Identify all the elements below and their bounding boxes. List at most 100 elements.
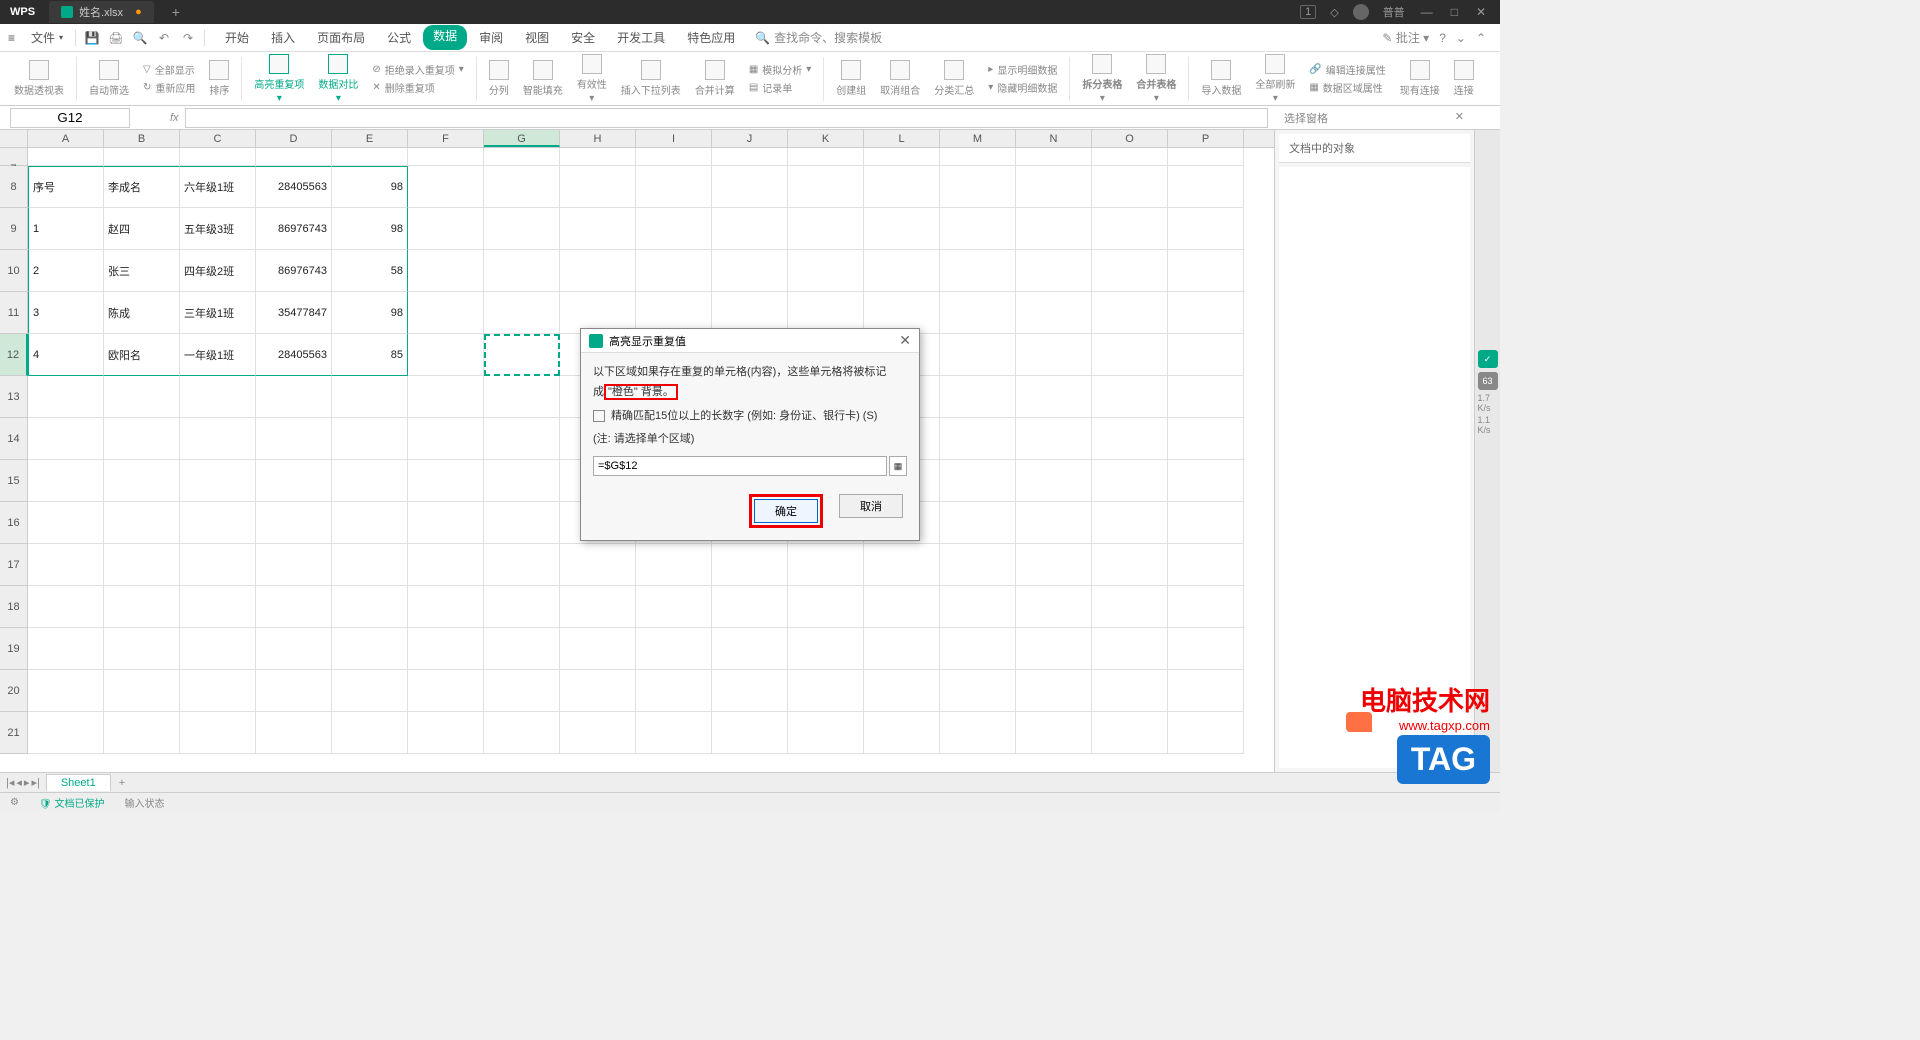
cell[interactable] [560,586,636,628]
show-detail-button[interactable]: ▸ 显示明细数据 [988,62,1057,77]
cell[interactable] [408,376,484,418]
refresh-all-button[interactable]: 全部刷新 ▾ [1249,54,1301,104]
cell[interactable] [180,460,256,502]
cell[interactable] [484,502,560,544]
percent-badge[interactable]: 63 [1478,372,1498,390]
cell[interactable] [1168,586,1244,628]
cell[interactable] [560,250,636,292]
cell[interactable]: 六年级1班 [180,166,256,208]
row-header[interactable]: 9 [0,208,28,250]
cell[interactable] [180,586,256,628]
tab-review[interactable]: 审阅 [469,25,513,50]
cell[interactable] [1092,628,1168,670]
cell[interactable] [864,250,940,292]
row-header[interactable]: 7 [0,148,28,166]
connections-button[interactable]: 连接 [1448,60,1480,97]
cell[interactable] [484,334,560,376]
cell[interactable] [28,148,104,166]
cell[interactable] [104,586,180,628]
cell[interactable] [28,460,104,502]
cell[interactable] [28,712,104,754]
cell[interactable] [180,670,256,712]
cell[interactable]: 98 [332,208,408,250]
tab-security[interactable]: 安全 [561,25,605,50]
sheet-nav-last[interactable]: ▸| [31,776,39,789]
cell[interactable] [940,586,1016,628]
cell[interactable]: 一年级1班 [180,334,256,376]
fx-label[interactable]: fx [170,112,179,124]
cell[interactable] [332,670,408,712]
cell[interactable] [864,148,940,166]
ungroup-button[interactable]: 取消组合 [874,60,926,97]
cell[interactable] [560,712,636,754]
cell[interactable] [940,418,1016,460]
cell[interactable] [864,628,940,670]
cell[interactable] [256,586,332,628]
cell[interactable] [940,208,1016,250]
sort-button[interactable]: 排序 [203,60,235,97]
cell[interactable] [1016,502,1092,544]
sheet-tab[interactable]: Sheet1 [46,774,111,791]
cell[interactable] [636,148,712,166]
cell[interactable] [408,250,484,292]
row-header[interactable]: 19 [0,628,28,670]
cell[interactable] [408,544,484,586]
cell[interactable] [1092,544,1168,586]
sheet-nav-first[interactable]: |◂ [6,776,14,789]
text-to-columns-button[interactable]: 分列 [483,60,515,97]
cell[interactable] [256,670,332,712]
row-header[interactable]: 16 [0,502,28,544]
cell[interactable] [1092,250,1168,292]
col-N[interactable]: N [1016,130,1092,147]
col-J[interactable]: J [712,130,788,147]
dropdown-list-button[interactable]: 插入下拉列表 [615,60,687,97]
range-input[interactable] [593,456,887,476]
cell[interactable] [940,250,1016,292]
cell[interactable] [788,166,864,208]
cancel-button[interactable]: 取消 [839,494,903,518]
cell[interactable] [28,586,104,628]
col-O[interactable]: O [1092,130,1168,147]
cell[interactable] [408,148,484,166]
cell[interactable] [332,376,408,418]
tab-insert[interactable]: 插入 [261,25,305,50]
cell[interactable] [28,376,104,418]
tab-special[interactable]: 特色应用 [677,25,745,50]
validation-button[interactable]: 有效性 ▾ [571,54,613,104]
cell[interactable] [560,166,636,208]
cell[interactable] [180,376,256,418]
cell[interactable] [636,250,712,292]
redo-icon[interactable]: ↷ [180,30,196,46]
consolidate-button[interactable]: 合并计算 [689,60,741,97]
split-table-button[interactable]: 拆分表格 ▾ [1076,54,1128,104]
cell[interactable]: 86976743 [256,208,332,250]
add-sheet-button[interactable]: + [111,777,133,789]
cell[interactable]: 三年级1班 [180,292,256,334]
cell[interactable] [560,208,636,250]
cell[interactable] [484,292,560,334]
cell[interactable] [484,376,560,418]
cell[interactable] [864,586,940,628]
save-icon[interactable]: 💾 [84,30,100,46]
cell[interactable] [332,712,408,754]
row-header[interactable]: 12 [0,334,28,376]
cell[interactable] [1168,460,1244,502]
cell[interactable] [1016,148,1092,166]
cell[interactable] [636,166,712,208]
cell[interactable] [712,544,788,586]
remark-button[interactable]: ✎ 批注 ▾ [1382,29,1429,46]
cell[interactable] [712,208,788,250]
cell[interactable] [28,670,104,712]
cell[interactable] [940,376,1016,418]
preview-icon[interactable]: 🔍 [132,30,148,46]
cell[interactable]: 28405563 [256,166,332,208]
cell[interactable]: 张三 [104,250,180,292]
cell[interactable] [712,670,788,712]
cell[interactable]: 赵四 [104,208,180,250]
cell[interactable] [1016,670,1092,712]
cell[interactable] [788,544,864,586]
cell[interactable] [1168,166,1244,208]
cell[interactable] [408,586,484,628]
cell[interactable] [636,208,712,250]
checkbox-box[interactable] [593,410,605,422]
